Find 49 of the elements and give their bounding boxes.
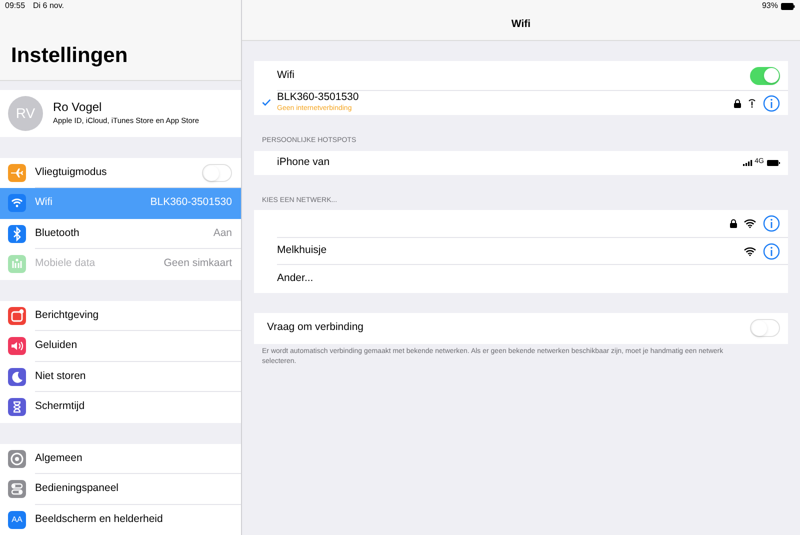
item-label: Algemeen bbox=[35, 450, 84, 466]
nav-title: Wifi bbox=[511, 17, 531, 32]
toggle-switch[interactable] bbox=[750, 319, 780, 337]
signal-bars-icon bbox=[742, 160, 753, 166]
status-date: Di 6 nov. bbox=[33, 0, 64, 12]
info-icon bbox=[763, 215, 780, 232]
item-value: Aan bbox=[213, 226, 232, 241]
avatar: RV bbox=[8, 96, 43, 130]
sidebar-item[interactable]: AA Beeldscherm en helderheid bbox=[0, 504, 241, 535]
network-name: Melkhuisje bbox=[277, 243, 328, 258]
ask-to-join-label: Vraag om verbinding bbox=[267, 320, 364, 336]
toggle-switch[interactable] bbox=[202, 164, 232, 182]
item-label: Geluiden bbox=[35, 338, 78, 354]
sidebar-item[interactable]: Geluiden bbox=[0, 331, 241, 362]
item-label: Bluetooth bbox=[35, 226, 80, 241]
item-label: Beeldscherm en helderheid bbox=[35, 512, 164, 527]
sidebar-title: Instellingen bbox=[11, 44, 128, 66]
item-label: Niet storen bbox=[35, 368, 87, 384]
wifi-icon bbox=[744, 219, 756, 228]
wifi-icon bbox=[744, 246, 756, 256]
sidebar-item[interactable]: Niet storen bbox=[0, 362, 241, 392]
item-label: Vliegtuigmodus bbox=[35, 164, 108, 180]
text-size-icon: AA bbox=[8, 510, 26, 529]
item-label: Schermtijd bbox=[35, 399, 86, 414]
info-icon bbox=[763, 94, 780, 112]
item-value: Geen simkaart bbox=[164, 256, 232, 272]
sidebar-item[interactable]: Schermtijd bbox=[0, 392, 241, 422]
weak-signal-icon bbox=[748, 98, 756, 108]
hotspot-name: iPhone van bbox=[277, 154, 331, 170]
info-icon bbox=[763, 242, 780, 260]
status-time: 09:55 bbox=[5, 0, 26, 12]
battery-percentage: 93% bbox=[762, 0, 778, 12]
battery-icon bbox=[781, 2, 795, 10]
profile-name: Ro Vogel bbox=[53, 100, 103, 115]
item-label: Bedieningspaneel bbox=[35, 481, 120, 496]
other-network-link[interactable]: Ander... bbox=[277, 270, 780, 287]
toggle-switch[interactable] bbox=[750, 67, 780, 85]
sidebar-item[interactable]: Vliegtuigmodus bbox=[0, 158, 241, 188]
sidebar-item[interactable]: Bluetooth Aan bbox=[0, 218, 241, 249]
item-label: Berichtgeving bbox=[35, 308, 100, 323]
sidebar-item[interactable]: Algemeen bbox=[0, 444, 241, 474]
item-label: Wifi bbox=[35, 195, 54, 210]
wifi-label: Wifi bbox=[277, 68, 296, 84]
item-value: BLK360-3501530 bbox=[150, 195, 232, 210]
sidebar-item[interactable]: Bedieningspaneel bbox=[0, 474, 241, 504]
network-name: BLK360-3501530 bbox=[277, 92, 360, 103]
battery-icon bbox=[767, 160, 780, 166]
item-label: Mobiele data bbox=[35, 256, 96, 272]
sidebar-item[interactable]: Berichtgeving bbox=[0, 300, 241, 331]
